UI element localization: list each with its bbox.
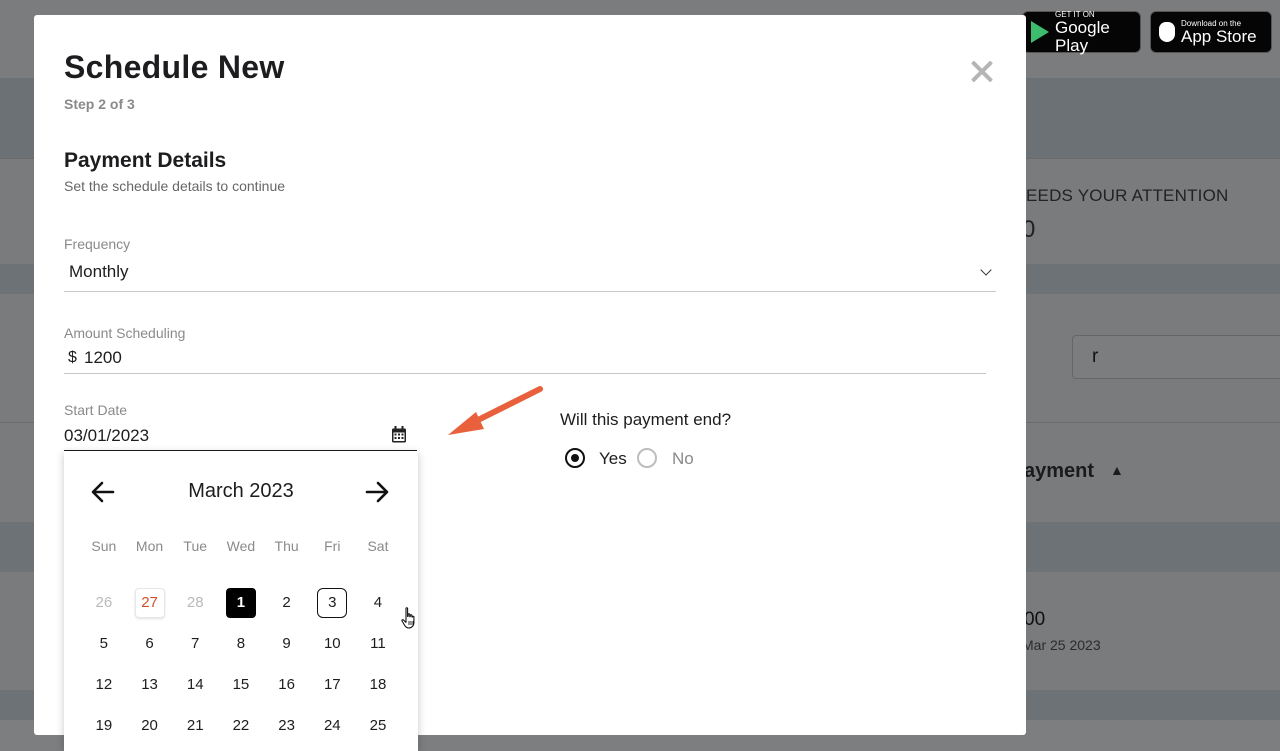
calendar-day[interactable]: 20 [127,711,173,741]
calendar-day-selected[interactable]: 1 [218,587,264,618]
google-play-icon [1031,21,1049,43]
calendar-icon[interactable] [391,426,407,443]
section-title: Payment Details [64,149,227,172]
section-subtitle: Set the schedule details to continue [64,178,286,194]
weekday-header: Sun Mon Tue Wed Thu Fri Sat [81,538,401,558]
calendar-day[interactable]: 17 [309,670,355,700]
date-picker: March 2023 Sun Mon Tue Wed Thu Fri Sat 2… [64,451,418,751]
calendar-day[interactable]: 19 [81,711,127,741]
currency-symbol: $ [68,349,77,366]
amount-value: 1200 [84,348,122,367]
sort-icon: ▲ [1110,462,1124,478]
end-no-label[interactable]: No [672,449,694,469]
calendar-day[interactable]: 12 [81,670,127,700]
calendar-day[interactable]: 9 [264,629,310,659]
hand-cursor-icon [401,607,415,629]
amount-label: Amount Scheduling [64,325,186,341]
calendar-day[interactable]: 28 [172,588,218,618]
background-search-input [1072,335,1280,379]
start-date-value: 03/01/2023 [64,426,150,445]
frequency-value: Monthly [69,262,129,281]
frequency-label: Frequency [64,236,131,252]
calendar-day[interactable]: 2 [264,588,310,618]
end-question: Will this payment end? [560,410,732,429]
calendar-day[interactable]: 8 [218,629,264,659]
app-store-big-text: App Store [1181,26,1257,46]
weekday-label: Fri [324,538,341,554]
attention-label: EEDS YOUR ATTENTION [1026,186,1229,205]
amount-input[interactable]: $ 1200 [64,346,986,374]
weekday-label: Thu [274,538,299,554]
start-date-input[interactable]: 03/01/2023 [64,423,417,452]
calendar-day[interactable]: 22 [218,711,264,741]
frequency-select[interactable]: Monthly [64,258,996,292]
calendar-day[interactable]: 21 [172,711,218,741]
google-play-badge[interactable]: GET IT ON Google Play [1022,10,1141,55]
calendar-week: 19 20 21 22 23 24 25 [81,705,401,746]
calendar-grid: Sun Mon Tue Wed Thu Fri Sat 26 27 28 1 2… [81,538,401,746]
end-yes-label[interactable]: Yes [599,449,627,469]
modal-title: Schedule New [64,49,285,85]
weekday-label: Tue [183,538,208,554]
end-no-radio[interactable] [637,448,657,468]
calendar-day[interactable]: 25 [355,711,401,741]
annotation-arrow-icon [448,386,543,435]
calendar-week: 26 27 28 1 2 3 4 [81,582,401,623]
calendar-day[interactable]: 23 [264,711,310,741]
calendar-day[interactable]: 24 [309,711,355,741]
weekday-label: Sat [367,538,389,554]
app-store-badge[interactable]: Download on the App Store [1150,11,1272,53]
calendar-day[interactable]: 6 [127,629,173,659]
calendar-day[interactable]: 26 [81,588,127,618]
calendar-day[interactable]: 18 [355,670,401,700]
calendar-day[interactable]: 13 [127,670,173,700]
calendar-day[interactable]: 7 [172,629,218,659]
calendar-week: 5 6 7 8 9 10 11 [81,623,401,664]
background-search-value: r [1092,346,1099,367]
weekday-label: Sun [91,538,117,554]
calendar-day-today[interactable]: 27 [127,587,173,618]
start-date-label: Start Date [64,402,128,418]
payment-column-header: ayment [1024,460,1095,482]
google-play-big-text: Google Play [1055,17,1110,55]
calendar-day[interactable]: 11 [355,629,401,659]
calendar-day[interactable]: 16 [264,670,310,700]
calendar-day[interactable]: 10 [309,629,355,659]
step-indicator: Step 2 of 3 [64,96,135,112]
weekday-label: Wed [226,538,256,554]
row-amount: 00 [1024,609,1046,630]
calendar-week: 12 13 14 15 16 17 18 [81,664,401,705]
apple-icon [1159,22,1175,42]
calendar-day[interactable]: 14 [172,670,218,700]
calendar-day[interactable]: 5 [81,629,127,659]
calendar-day[interactable]: 4 [355,588,401,618]
schedule-modal: Schedule New Step 2 of 3 Payment Details… [34,15,1026,751]
chevron-down-icon [980,264,992,276]
calendar-day[interactable]: 15 [218,670,264,700]
weekday-label: Mon [135,538,164,554]
close-icon[interactable] [968,55,996,87]
arrow-right-icon[interactable] [364,479,390,505]
calendar-day-focused[interactable]: 3 [309,587,355,618]
row-date: Mar 25 2023 [1022,637,1101,653]
end-yes-radio[interactable] [565,448,585,468]
